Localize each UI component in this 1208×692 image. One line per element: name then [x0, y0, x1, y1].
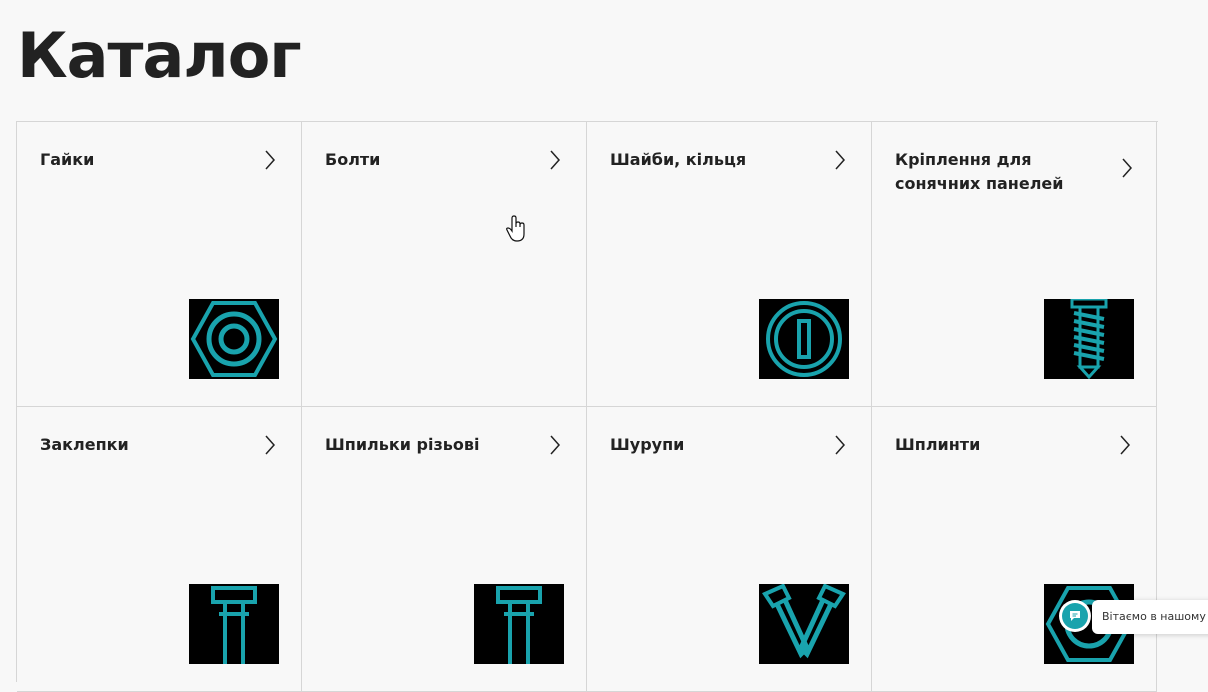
chevron-right-icon [265, 435, 276, 455]
catalog-card-nuts[interactable]: Гайки [17, 122, 302, 407]
solar-mount-screw-icon [1044, 299, 1134, 379]
chevron-right-icon [835, 150, 846, 170]
threaded-stud-icon [474, 584, 564, 664]
rivet-icon [189, 584, 279, 664]
chat-icon [1070, 611, 1080, 621]
catalog-card-label: Гайки [40, 150, 95, 169]
catalog-card-label: Шайби, кільця [610, 150, 747, 169]
catalog-card-label: Шурупи [610, 435, 685, 454]
catalog-card-washers[interactable]: Шайби, кільця [587, 122, 872, 407]
chat-welcome-message[interactable]: Вітаємо в нашому ма [1092, 600, 1208, 634]
catalog-card-bolts[interactable]: Болти [302, 122, 587, 407]
catalog-card-cotter-pins[interactable]: Шплинти [872, 407, 1157, 692]
washer-icon [759, 299, 849, 379]
catalog-card-label: Заклепки [40, 435, 129, 454]
catalog-card-wood-screws[interactable]: Шурупи [587, 407, 872, 692]
chevron-right-icon [1120, 435, 1131, 455]
hand-cursor-icon [506, 215, 525, 242]
chevron-right-icon [550, 435, 561, 455]
wood-screws-icon [759, 584, 849, 664]
chevron-right-icon [265, 150, 276, 170]
catalog-card-label: Кріплення для сонячних панелей [895, 150, 1064, 193]
catalog-card-rivets[interactable]: Заклепки [17, 407, 302, 692]
chat-button[interactable] [1062, 603, 1088, 629]
chevron-right-icon [550, 150, 561, 170]
catalog-card-label: Шпильки різьові [325, 435, 480, 454]
catalog-card-label: Болти [325, 150, 381, 169]
chevron-right-icon [835, 435, 846, 455]
page-title: Каталог [17, 19, 302, 92]
catalog-grid: Гайки Болти Шайби, кільця Кріплення для … [16, 121, 1158, 692]
catalog-card-solar-mounts[interactable]: Кріплення для сонячних панелей [872, 122, 1157, 407]
catalog-card-threaded-studs[interactable]: Шпильки різьові [302, 407, 587, 692]
hex-nut-icon [189, 299, 279, 379]
chevron-right-icon [1122, 158, 1133, 178]
catalog-card-label: Шплинти [895, 435, 981, 454]
